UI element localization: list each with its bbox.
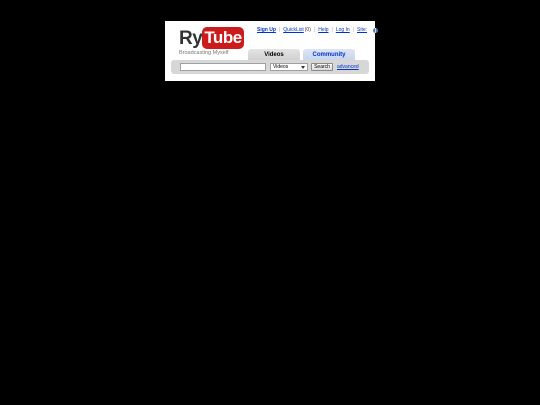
globe-icon[interactable] xyxy=(373,27,379,33)
search-bar: Videos Search advanced xyxy=(171,60,369,74)
chevron-down-icon xyxy=(301,66,305,69)
site-link[interactable]: Site: xyxy=(357,27,367,33)
quicklist-count: (0) xyxy=(304,27,311,33)
advanced-search-link[interactable]: advanced xyxy=(337,64,359,70)
log-in-link[interactable]: Log In xyxy=(336,27,350,33)
divider: | xyxy=(313,27,316,33)
search-type-value: Videos xyxy=(273,64,289,70)
help-link[interactable]: Help xyxy=(318,27,328,33)
divider: | xyxy=(331,27,333,33)
quicklist-link[interactable]: QuickList xyxy=(283,27,304,33)
rytube-logo[interactable]: Ry Tube Broadcasting Myself xyxy=(179,27,244,56)
logo-text-tube: Tube xyxy=(202,27,244,49)
divider: | xyxy=(278,27,281,33)
utility-links: Sign Up | QuickList (0) | Help | Log In … xyxy=(257,26,379,34)
divider: | xyxy=(352,27,355,33)
logo-tagline: Broadcasting Myself xyxy=(179,50,229,56)
logo-text-ry: Ry xyxy=(179,28,203,49)
sign-up-link[interactable]: Sign Up xyxy=(257,27,276,33)
header-panel: Ry Tube Broadcasting Myself Sign Up | Qu… xyxy=(165,21,379,81)
search-input[interactable] xyxy=(180,63,266,71)
search-button[interactable]: Search xyxy=(311,63,333,71)
search-type-select[interactable]: Videos xyxy=(270,63,308,71)
